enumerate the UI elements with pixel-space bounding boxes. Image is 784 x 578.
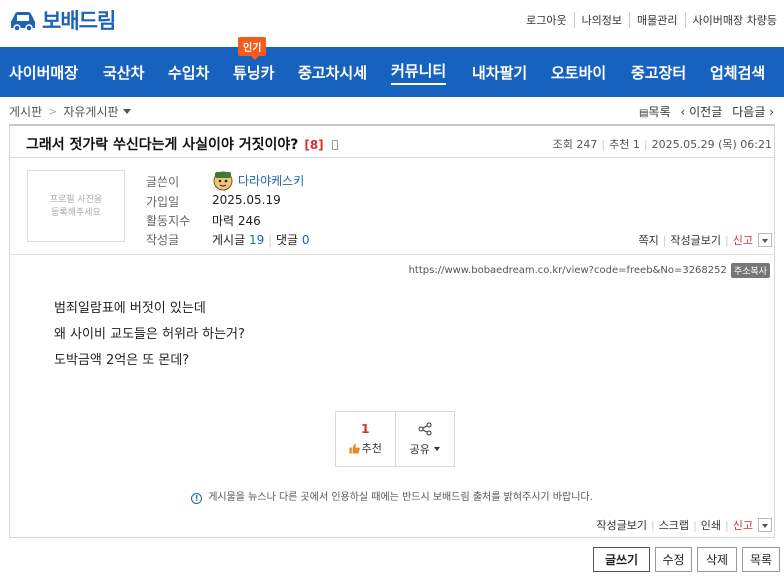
post-body: 범죄일람표에 버젓이 있는데 왜 사이비 교도들은 허위라 하는거? 도박금액 …	[54, 296, 245, 374]
body-line: 범죄일람표에 버젓이 있는데	[54, 301, 206, 316]
prev-post-link[interactable]: ‹ 이전글	[681, 103, 723, 120]
post-url-row: https://www.bobaedream.co.kr/view?code=f…	[409, 263, 770, 278]
breadcrumb-separator: >	[48, 105, 58, 118]
brand-name: 보배드림	[42, 9, 116, 33]
message-link[interactable]: 쪽지	[638, 232, 658, 248]
joined-date: 2025.05.19	[212, 193, 281, 207]
chevron-right-icon: ›	[765, 105, 774, 119]
my-info-link[interactable]: 나의정보	[573, 12, 629, 28]
view-count: 247	[576, 138, 598, 151]
writer-label: 글쓴이	[146, 175, 180, 189]
edit-button[interactable]: 수정	[655, 547, 692, 572]
post-title: 그래서 젓가락 쑤신다는게 사실이야 거짓이야? [8]	[26, 134, 338, 154]
nav-item-cyber-store[interactable]: 사이버매장	[9, 47, 78, 97]
copy-url-button[interactable]: 주소복사	[730, 263, 770, 278]
avatar-icon	[213, 171, 233, 191]
hot-badge: 인기	[238, 37, 267, 60]
report-link[interactable]: 신고	[733, 232, 753, 248]
body-line: 왜 사이비 교도들은 허위라 하는거?	[54, 327, 245, 342]
joined-label: 가입일	[146, 195, 180, 209]
breadcrumb-root[interactable]: 게시판	[9, 103, 42, 120]
top-links: 로그아웃 나의정보 매물관리 사이버매장 차량등	[519, 12, 784, 28]
profile-links: 쪽지 | 작성글보기 | 신고	[638, 232, 772, 248]
info-icon: !	[191, 493, 203, 504]
mobile-icon	[331, 140, 338, 150]
author-name[interactable]: 다라야케스키	[212, 169, 304, 191]
report-dropdown-button[interactable]	[758, 518, 772, 532]
thumbs-up-icon	[349, 443, 360, 454]
nav-item-sell-car[interactable]: 내차팔기	[472, 47, 527, 97]
logout-link[interactable]: 로그아웃	[519, 12, 573, 28]
title-bar: 그래서 젓가락 쑤신다는게 사실이야 거짓이야? [8] 조회 247 | 추천 1 |…	[10, 126, 774, 158]
car-logo-icon	[11, 12, 35, 32]
list-link[interactable]: ▤목록	[639, 103, 671, 120]
post-count[interactable]: 19	[249, 233, 264, 247]
body-line: 도박금액 2억은 또 몬데?	[54, 353, 190, 368]
report-dropdown-button[interactable]	[758, 233, 772, 247]
list-icon: ▤	[638, 108, 649, 119]
posts-summary: 게시글 19 | 댓글 0	[212, 233, 310, 247]
recommend-share-box: 1 추천 공유	[335, 411, 455, 467]
recommend-total: 1	[361, 422, 370, 436]
list-button[interactable]: 목록	[742, 547, 780, 572]
write-button[interactable]: 글쓰기	[593, 547, 650, 572]
share-icon	[418, 422, 432, 435]
post-navigation: ▤목록 ‹ 이전글 다음글 ›	[639, 103, 774, 120]
next-post-link[interactable]: 다음글 ›	[732, 103, 774, 120]
scrap-link[interactable]: 스크랩	[659, 517, 689, 533]
copyright-notice: ! 게시물을 뉴스나 다른 곳에서 인용하실 때에는 반드시 보배드림 출처를 밝…	[10, 488, 774, 504]
reply-count[interactable]: 0	[302, 233, 310, 247]
nav-item-motorcycle[interactable]: 오토바이	[551, 47, 606, 97]
post-meta: 조회 247 | 추천 1 | 2025.05.29 (목) 06:21	[552, 138, 772, 151]
recommend-button[interactable]: 1 추천	[336, 412, 395, 466]
posts-label: 작성글	[146, 233, 180, 247]
nav-item-import[interactable]: 수입차	[168, 47, 209, 97]
main-nav: 사이버매장 국산차 수입차 튜닝카 중고차시세 커뮤니티 내차팔기 오토바이 중…	[0, 47, 784, 97]
nav-item-company-search[interactable]: 업체검색	[710, 47, 765, 97]
delete-button[interactable]: 삭제	[697, 547, 737, 572]
nav-item-community[interactable]: 커뮤니티	[391, 47, 447, 97]
caret-down-icon[interactable]	[122, 109, 131, 114]
post-date: 2025.05.29 (목) 06:21	[651, 138, 772, 151]
breadcrumb-current[interactable]: 자유게시판	[63, 103, 118, 120]
breadcrumb: 게시판 > 자유게시판	[9, 103, 131, 120]
caret-down-icon	[433, 446, 440, 451]
nav-item-domestic[interactable]: 국산차	[103, 47, 144, 97]
view-posts-link[interactable]: 작성글보기	[596, 517, 647, 533]
article-footer-links: 작성글보기 | 스크랩 | 인쇄 | 신고	[596, 517, 772, 533]
post-url: https://www.bobaedream.co.kr/view?code=f…	[408, 265, 727, 276]
site-logo[interactable]: 보배드림	[8, 6, 116, 34]
report-link[interactable]: 신고	[733, 517, 753, 533]
cyber-store-link[interactable]: 사이버매장 차량등	[684, 12, 784, 28]
profile-photo-placeholder: 프로필 사진을 등록해주세요	[27, 170, 125, 242]
activity-label: 활동지수	[146, 214, 191, 228]
listing-manage-link[interactable]: 매물관리	[629, 12, 684, 28]
share-button[interactable]: 공유	[394, 412, 455, 466]
article-box: 그래서 젓가락 쑤신다는게 사실이야 거짓이야? [8] 조회 247 | 추천 1 |…	[9, 124, 775, 538]
chevron-left-icon: ‹	[680, 105, 690, 119]
recommend-count: 1	[632, 138, 640, 151]
activity-value: 마력 246	[212, 214, 261, 228]
author-nickname[interactable]: 다라야케스키	[238, 172, 304, 189]
nav-item-market[interactable]: 중고장터	[631, 47, 686, 97]
comment-count[interactable]: [8]	[304, 138, 323, 152]
nav-item-price[interactable]: 중고차시세	[298, 47, 367, 97]
author-profile: 프로필 사진을 등록해주세요 글쓴이 다라야케스키 가입일 2025.05.19…	[10, 159, 774, 255]
print-link[interactable]: 인쇄	[701, 517, 721, 533]
view-posts-link[interactable]: 작성글보기	[670, 232, 721, 248]
